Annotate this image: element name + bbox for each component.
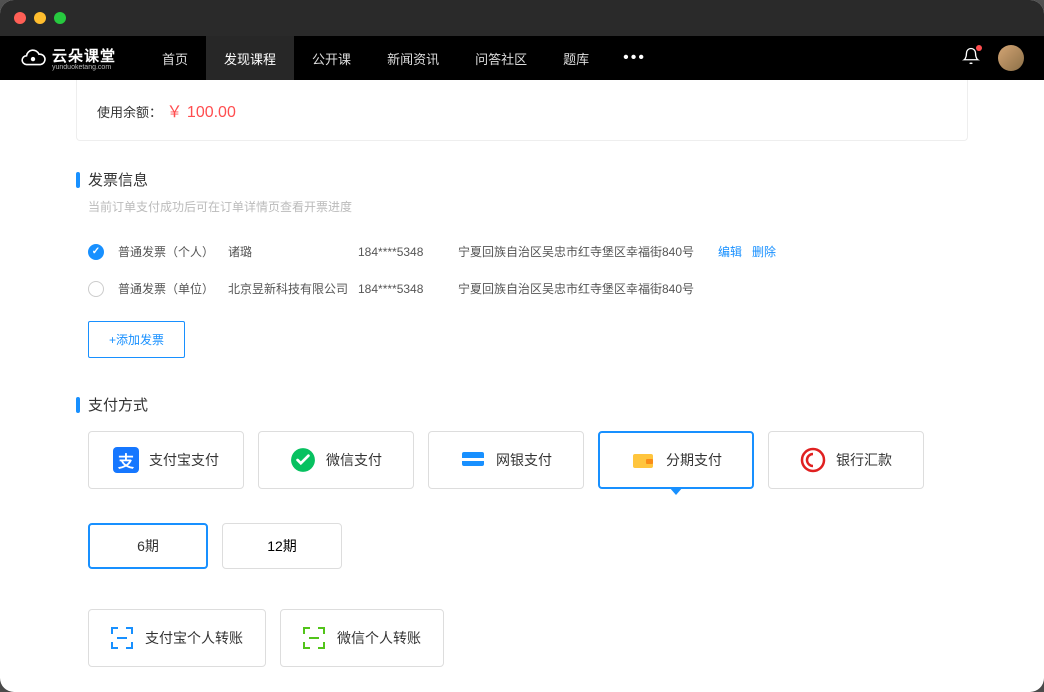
invoice-section: 发票信息 当前订单支付成功后可在订单详情页查看开票进度 普通发票（个人） 诸璐 … — [76, 169, 968, 358]
invoice-radio[interactable] — [88, 281, 104, 297]
transfer-option[interactable]: 支付宝个人转账 — [88, 609, 266, 667]
balance-label: 使用余额： — [97, 105, 162, 120]
nav-item-5[interactable]: 题库 — [545, 36, 607, 80]
main-content: 使用余额： ￥ 100.00 发票信息 当前订单支付成功后可在订单详情页查看开票… — [0, 80, 1044, 692]
transfer-option[interactable]: 微信个人转账 — [280, 609, 444, 667]
alipay-icon: 支 — [113, 447, 139, 473]
invoice-address: 宁夏回族自治区吴忠市红寺堡区幸福街840号 — [458, 243, 718, 260]
app-window: 云朵课堂 yunduoketang.com 首页发现课程公开课新闻资讯问答社区题… — [0, 0, 1044, 692]
payment-section-title: 支付方式 — [76, 394, 968, 415]
unionpay-icon — [460, 447, 486, 473]
invoice-row: 普通发票（单位） 北京昱新科技有限公司 184****5348 宁夏回族自治区吴… — [76, 270, 968, 307]
invoice-section-title: 发票信息 — [76, 169, 968, 190]
scan-icon — [111, 627, 133, 649]
payment-method-alipay[interactable]: 支支付宝支付 — [88, 431, 244, 489]
nav-items: 首页发现课程公开课新闻资讯问答社区题库 — [144, 36, 607, 80]
top-navbar: 云朵课堂 yunduoketang.com 首页发现课程公开课新闻资讯问答社区题… — [0, 36, 1044, 80]
bank-icon — [800, 447, 826, 473]
payment-methods: 支支付宝支付 微信支付 网银支付 分期支付 银行汇款 — [88, 431, 968, 489]
delete-invoice-link[interactable]: 删除 — [752, 243, 776, 260]
brand-logo[interactable]: 云朵课堂 yunduoketang.com — [20, 45, 116, 71]
window-titlebar — [0, 0, 1044, 36]
payment-method-label: 支付宝支付 — [149, 450, 219, 470]
installment-option[interactable]: 12期 — [222, 523, 342, 569]
payment-method-label: 分期支付 — [666, 450, 722, 470]
transfer-options: 支付宝个人转账 微信个人转账 — [88, 609, 968, 667]
nav-more-button[interactable]: ••• — [607, 49, 662, 67]
payment-method-label: 网银支付 — [496, 450, 552, 470]
invoice-radio[interactable] — [88, 244, 104, 260]
invoice-name: 诸璐 — [228, 243, 358, 260]
invoice-row: 普通发票（个人） 诸璐 184****5348 宁夏回族自治区吴忠市红寺堡区幸福… — [76, 233, 968, 270]
invoice-phone: 184****5348 — [358, 282, 458, 296]
nav-item-1[interactable]: 发现课程 — [206, 36, 294, 80]
invoice-type: 普通发票（个人） — [118, 243, 228, 260]
add-invoice-button[interactable]: +添加发票 — [88, 321, 185, 358]
wallet-icon — [630, 447, 656, 473]
installment-option[interactable]: 6期 — [88, 523, 208, 569]
scan-icon — [303, 627, 325, 649]
balance-card: 使用余额： ￥ 100.00 — [76, 80, 968, 141]
payment-section: 支付方式 支支付宝支付 微信支付 网银支付 分期支付 银行汇款 6期 12期 支付宝个人转… — [76, 394, 968, 667]
maximize-window-button[interactable] — [54, 12, 66, 24]
payment-method-bank[interactable]: 银行汇款 — [768, 431, 924, 489]
nav-item-2[interactable]: 公开课 — [294, 36, 369, 80]
payment-method-label: 银行汇款 — [836, 450, 892, 470]
wechat-icon — [290, 447, 316, 473]
brand-name: 云朵课堂 — [52, 45, 116, 66]
transfer-label: 微信个人转账 — [337, 628, 421, 648]
invoice-type: 普通发票（单位） — [118, 280, 228, 297]
user-avatar[interactable] — [998, 45, 1024, 71]
brand-domain: yunduoketang.com — [52, 64, 116, 71]
nav-item-0[interactable]: 首页 — [144, 36, 206, 80]
notifications-button[interactable] — [962, 47, 980, 70]
close-window-button[interactable] — [14, 12, 26, 24]
balance-value: ￥ 100.00 — [166, 104, 235, 121]
payment-method-unionpay[interactable]: 网银支付 — [428, 431, 584, 489]
payment-method-wechat[interactable]: 微信支付 — [258, 431, 414, 489]
edit-invoice-link[interactable]: 编辑 — [718, 243, 742, 260]
invoice-phone: 184****5348 — [358, 245, 458, 259]
invoice-address: 宁夏回族自治区吴忠市红寺堡区幸福街840号 — [458, 280, 718, 297]
payment-method-wallet[interactable]: 分期支付 — [598, 431, 754, 489]
nav-item-3[interactable]: 新闻资讯 — [369, 36, 457, 80]
payment-method-label: 微信支付 — [326, 450, 382, 470]
invoice-section-desc: 当前订单支付成功后可在订单详情页查看开票进度 — [88, 198, 968, 215]
minimize-window-button[interactable] — [34, 12, 46, 24]
transfer-label: 支付宝个人转账 — [145, 628, 243, 648]
invoice-name: 北京昱新科技有限公司 — [228, 280, 358, 297]
notification-badge — [976, 45, 982, 51]
installment-options: 6期 12期 — [88, 523, 968, 569]
nav-item-4[interactable]: 问答社区 — [457, 36, 545, 80]
cloud-logo-icon — [20, 45, 46, 71]
